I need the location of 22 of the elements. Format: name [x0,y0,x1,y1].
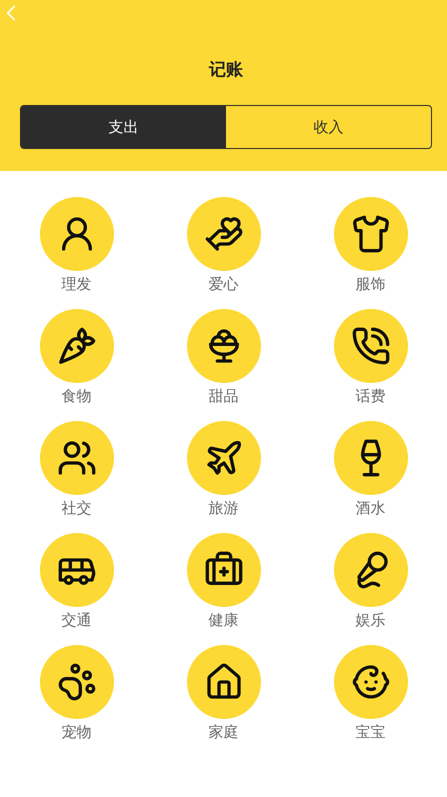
paw-icon [56,662,96,702]
category-button[interactable]: 娱乐 [297,533,444,630]
phone-icon [350,326,390,366]
category-button[interactable]: 爱心 [150,197,297,294]
category-button[interactable]: 健康 [150,533,297,630]
category-button[interactable]: 家庭 [150,645,297,742]
category-button[interactable]: 服饰 [297,197,444,294]
category-button[interactable]: 旅游 [150,421,297,518]
category-button[interactable]: 甜品 [150,309,297,406]
category-button[interactable]: 宝宝 [297,645,444,742]
category-button[interactable]: 话费 [297,309,444,406]
tab[interactable]: 收入 [226,106,431,148]
category-button[interactable]: 食物 [3,309,150,406]
category-button[interactable]: 宠物 [3,645,150,742]
category-button[interactable]: 酒水 [297,421,444,518]
category-button[interactable]: 理发 [3,197,150,294]
tab[interactable]: 支出 [21,106,226,148]
category-button[interactable]: 社交 [3,421,150,518]
category-button[interactable]: 交通 [3,533,150,630]
shirt-icon [350,214,390,254]
page-title: 记账 [209,59,243,81]
carrot-icon [56,326,96,366]
